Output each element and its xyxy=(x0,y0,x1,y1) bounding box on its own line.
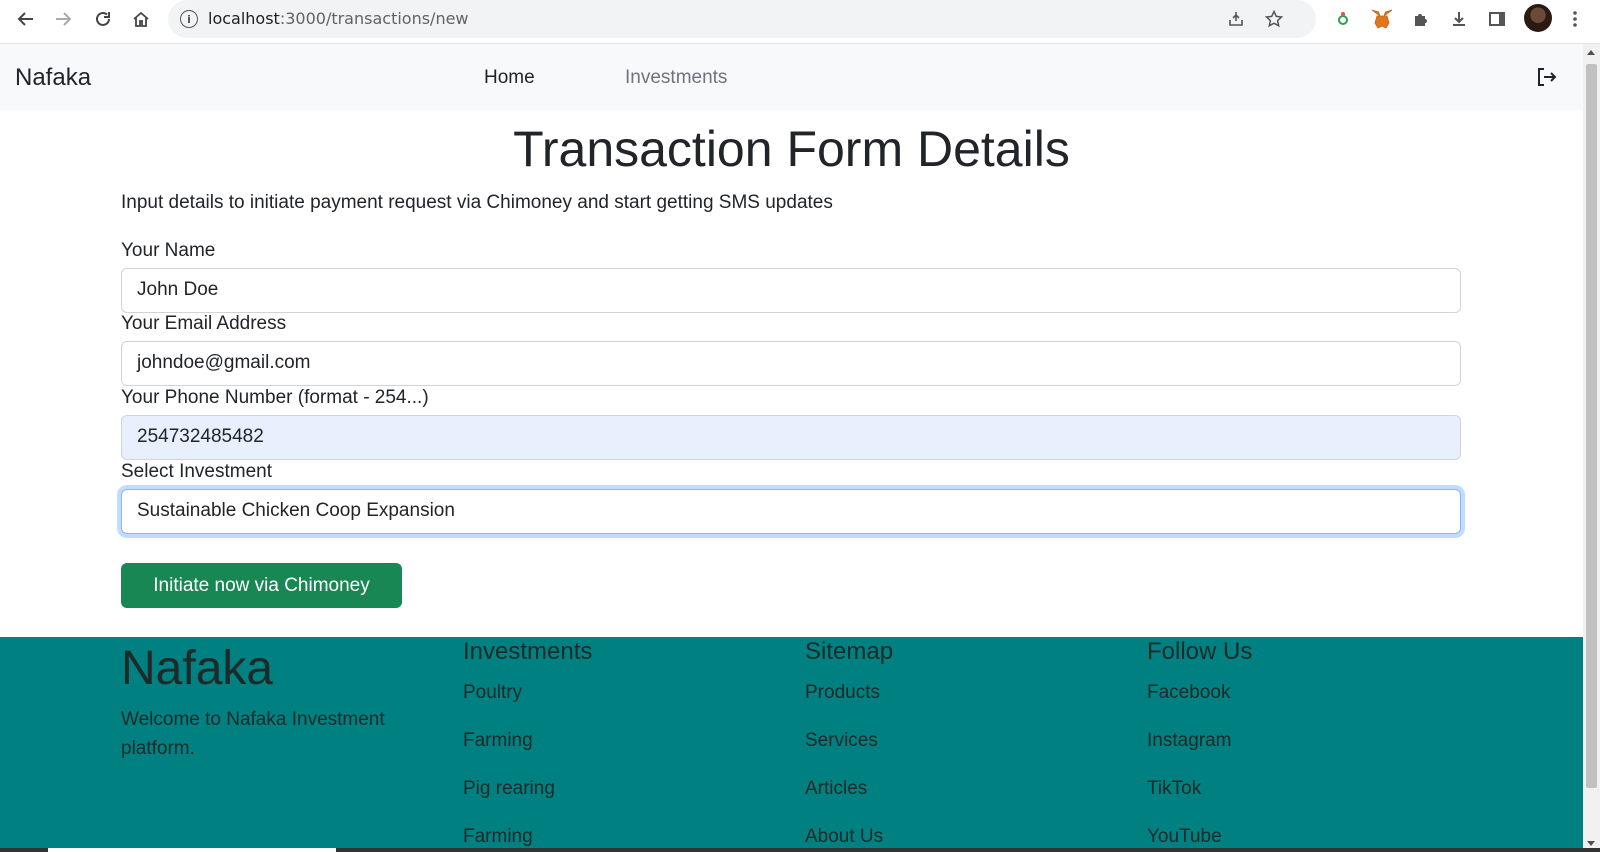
footer-link[interactable]: Pig rearing xyxy=(463,778,592,800)
nav-link-investments[interactable]: Investments xyxy=(625,67,727,89)
metamask-fox-icon[interactable] xyxy=(1369,6,1395,32)
scroll-down-arrow[interactable] xyxy=(1587,841,1595,846)
footer-link[interactable]: Services xyxy=(805,730,893,752)
site-footer: Nafaka Welcome to Nafaka Investment plat… xyxy=(0,637,1583,852)
reload-icon[interactable] xyxy=(90,6,116,32)
profile-avatar[interactable] xyxy=(1524,4,1552,32)
scroll-thumb[interactable] xyxy=(1586,64,1597,788)
bookmark-star-icon[interactable] xyxy=(1262,7,1286,31)
email-label: Your Email Address xyxy=(121,313,287,334)
phone-input[interactable]: 254732485482 xyxy=(121,415,1461,460)
forward-icon[interactable] xyxy=(50,6,76,32)
footer-link[interactable]: About Us xyxy=(805,826,893,848)
name-input[interactable]: John Doe xyxy=(121,268,1461,313)
logout-icon[interactable] xyxy=(1535,66,1557,88)
footer-column-title: Sitemap xyxy=(805,638,894,665)
footer-link[interactable]: Farming xyxy=(463,826,592,848)
footer-link[interactable]: TikTok xyxy=(1147,778,1252,800)
app-navbar: Nafaka Home Investments xyxy=(0,44,1583,110)
footer-column-sitemap: Sitemap Products Services Articles About… xyxy=(805,637,893,848)
name-label: Your Name xyxy=(121,240,216,261)
page-title: Transaction Form Details xyxy=(513,121,1070,177)
nav-link-home[interactable]: Home xyxy=(484,67,535,89)
share-icon[interactable] xyxy=(1224,7,1248,31)
footer-brand: Nafaka xyxy=(121,642,274,695)
page-scrollbar[interactable] xyxy=(1583,44,1600,852)
page-description: Input details to initiate payment reques… xyxy=(121,192,833,213)
site-info-icon[interactable]: i xyxy=(180,10,198,28)
sidepanel-icon[interactable] xyxy=(1484,6,1510,32)
extension-icon[interactable] xyxy=(1330,6,1356,32)
address-bar[interactable]: i localhost:3000/transactions/new xyxy=(168,0,1316,38)
browser-toolbar: i localhost:3000/transactions/new xyxy=(0,0,1600,44)
investment-label: Select Investment xyxy=(121,461,273,482)
footer-link[interactable]: Facebook xyxy=(1147,682,1252,704)
phone-label: Your Phone Number (format - 254...) xyxy=(121,387,429,408)
footer-column-title: Follow Us xyxy=(1147,638,1253,665)
scroll-up-arrow[interactable] xyxy=(1587,50,1595,55)
investment-select[interactable]: Sustainable Chicken Coop Expansion xyxy=(121,489,1461,534)
menu-icon[interactable] xyxy=(1562,6,1588,32)
taskbar-strip xyxy=(0,848,1600,852)
email-input[interactable]: johndoe@gmail.com xyxy=(121,341,1461,386)
footer-link[interactable]: Articles xyxy=(805,778,893,800)
back-icon[interactable] xyxy=(13,6,39,32)
initiate-chimoney-button[interactable]: Initiate now via Chimoney xyxy=(121,563,402,608)
navbar-brand[interactable]: Nafaka xyxy=(15,64,91,92)
home-icon[interactable] xyxy=(128,6,154,32)
footer-link[interactable]: Poultry xyxy=(463,682,592,704)
download-icon[interactable] xyxy=(1446,6,1472,32)
footer-welcome: Welcome to Nafaka Investment platform. xyxy=(121,709,385,759)
footer-column-title: Investments xyxy=(463,638,593,665)
puzzle-icon[interactable] xyxy=(1408,6,1434,32)
footer-column-investments: Investments Poultry Farming Pig rearing … xyxy=(463,637,592,848)
footer-link[interactable]: Farming xyxy=(463,730,592,752)
footer-link[interactable]: Products xyxy=(805,682,893,704)
footer-column-follow: Follow Us Facebook Instagram TikTok YouT… xyxy=(1147,637,1252,848)
url-text: localhost:3000/transactions/new xyxy=(208,9,469,28)
footer-link[interactable]: YouTube xyxy=(1147,826,1252,848)
footer-link[interactable]: Instagram xyxy=(1147,730,1252,752)
